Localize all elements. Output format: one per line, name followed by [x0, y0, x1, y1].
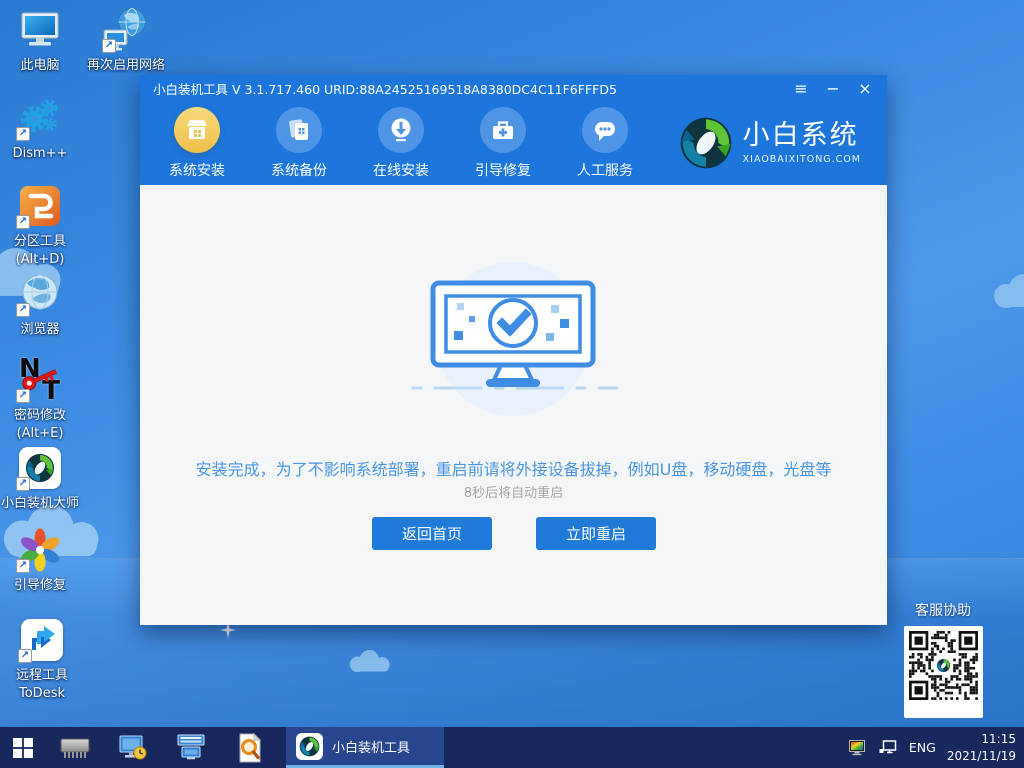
start-button[interactable] [0, 727, 46, 768]
desktop-icon-label: Dism++ [13, 146, 68, 163]
cloud-decoration [338, 650, 402, 676]
document-magnifier-icon [236, 733, 263, 763]
nt-password-key-icon: N T ↗ [16, 356, 64, 404]
network-tray-icon[interactable] [879, 740, 898, 755]
gears-icon: ↗ [16, 94, 64, 142]
pinwheel-icon: ↗ [16, 526, 64, 574]
support-qr-code [904, 626, 983, 718]
tab-label: 引导修复 [475, 160, 531, 180]
desktop-icon-partition-tool[interactable]: ↗ 分区工具 (Alt+D) [2, 182, 78, 269]
memory-chip-icon [59, 735, 91, 761]
partition-tool-icon: ↗ [16, 182, 64, 230]
keyboard-monitor-icon [176, 734, 206, 761]
tab-label: 人工服务 [577, 160, 633, 180]
desktop-icon-label: 分区工具 [14, 234, 66, 251]
desktop-icon-dismpp[interactable]: ↗ Dism++ [2, 94, 78, 163]
system-tray: ENG 11:15 2021/11/19 [849, 727, 1024, 768]
desktop-icon-todesk[interactable]: ↗ 远程工具 ToDesk [2, 616, 82, 703]
shortcut-arrow-icon: ↗ [16, 477, 30, 491]
close-button[interactable]: × [853, 78, 877, 98]
shortcut-arrow-icon: ↗ [16, 303, 30, 317]
taskbar-item-file-search-tool[interactable] [220, 727, 278, 768]
brand-logo: 小白系统 XIAOBAIXITONG.COM [679, 101, 887, 185]
window-content: 安装完成，为了不影响系统部署，重启前请将外接设备拔掉，例如U盘，移动硬盘，光盘等… [140, 185, 887, 625]
tab-system-install[interactable]: 系统安装 [160, 101, 234, 180]
display-settings-tray-icon[interactable] [849, 740, 868, 756]
support-panel: 客服协助 [895, 600, 991, 718]
tray-time: 11:15 [947, 731, 1016, 747]
desktop-icon-label: ToDesk [19, 686, 65, 703]
menu-button[interactable]: ≡ [789, 78, 813, 98]
minimize-button[interactable]: − [821, 78, 845, 98]
network-icon: ↗ [102, 6, 150, 54]
taskbar-item-system-clock-tool[interactable] [104, 727, 162, 768]
tab-label: 在线安装 [373, 160, 429, 180]
back-home-button[interactable]: 返回首页 [372, 517, 492, 550]
taskbar-item-memory-tool[interactable] [46, 727, 104, 768]
system-backup-icon [276, 107, 322, 153]
desktop-icon-reenable-network[interactable]: ↗ 再次启用网络 [78, 6, 174, 75]
shortcut-arrow-icon: ↗ [16, 215, 30, 229]
todesk-arrow-icon: ↗ [18, 616, 66, 664]
desktop-icon-password-reset[interactable]: N T ↗ 密码修改 (Alt+E) [2, 356, 78, 443]
system-install-icon [174, 107, 220, 153]
monitor-check-icon [393, 275, 633, 405]
tab-label: 系统备份 [271, 160, 327, 180]
browser-globe-icon: ↗ [16, 270, 64, 318]
nav-tabs: 系统安装 系统备份 [140, 101, 887, 185]
desktop-icon-label: 引导修复 [14, 578, 66, 595]
language-indicator[interactable]: ENG [909, 740, 936, 755]
desktop-icon-label: 再次启用网络 [87, 58, 165, 75]
tray-date: 2021/11/19 [947, 748, 1016, 764]
shortcut-arrow-icon: ↗ [16, 389, 30, 403]
support-label: 客服协助 [895, 600, 991, 620]
taskbar: 小白装机工具 ENG 11:15 2021/11/19 [0, 727, 1024, 768]
qr-code-icon [909, 631, 978, 700]
countdown-text: 8秒后将自动重启 [140, 482, 887, 501]
window-titlebar[interactable]: 小白装机工具 V 3.1.717.460 URID:88A24525169518… [140, 75, 887, 101]
desktop-icon-label: 小白装机大师 [1, 496, 79, 513]
xiaobai-swirl-icon: ↗ [16, 444, 64, 492]
desktop-icon-boot-repair[interactable]: ↗ 引导修复 [2, 526, 78, 595]
cloud-decoration [980, 274, 1024, 314]
tab-label: 系统安装 [169, 160, 225, 180]
shortcut-arrow-icon: ↗ [16, 127, 30, 141]
desktop-icon-browser[interactable]: ↗ 浏览器 [2, 270, 78, 339]
xiaobai-app-icon [296, 733, 323, 760]
brand-domain: XIAOBAIXITONG.COM [743, 154, 861, 165]
desktop-icon-label: 此电脑 [20, 58, 59, 75]
download-icon [378, 107, 424, 153]
windows-logo-icon [13, 738, 33, 758]
window-controls: ≡ − × [789, 78, 877, 98]
tab-manual-service[interactable]: 人工服务 [568, 101, 642, 180]
desktop-icon-label: (Alt+D) [16, 252, 65, 269]
xiaobai-logo-icon [679, 116, 733, 170]
shortcut-arrow-icon: ↗ [18, 649, 32, 663]
desktop-icon-label: 浏览器 [20, 322, 59, 339]
tab-online-install[interactable]: 在线安装 [364, 101, 438, 180]
taskbar-item-keyboard-tool[interactable] [162, 727, 220, 768]
taskbar-item-active-app[interactable]: 小白装机工具 [286, 727, 444, 768]
toolbox-icon [480, 107, 526, 153]
shortcut-arrow-icon: ↗ [16, 559, 30, 573]
desktop-icon-xiaobai-master[interactable]: ↗ 小白装机大师 [0, 444, 82, 513]
desktop-icon-label: (Alt+E) [17, 426, 64, 443]
taskbar-app-label: 小白装机工具 [332, 737, 410, 756]
clock[interactable]: 11:15 2021/11/19 [947, 731, 1016, 763]
tab-system-backup[interactable]: 系统备份 [262, 101, 336, 180]
tab-boot-repair[interactable]: 引导修复 [466, 101, 540, 180]
restart-now-button[interactable]: 立即重启 [536, 517, 656, 550]
shortcut-arrow-icon: ↗ [102, 39, 116, 53]
monitor-clock-icon [118, 734, 148, 762]
brand-name: 小白系统 [743, 121, 861, 151]
xiaobai-tool-window: 小白装机工具 V 3.1.717.460 URID:88A24525169518… [140, 75, 887, 625]
desktop-icon-label: 密码修改 [14, 408, 66, 425]
desktop-icon-this-pc[interactable]: 此电脑 [2, 6, 78, 75]
chat-bubble-icon [582, 107, 628, 153]
window-title: 小白装机工具 V 3.1.717.460 URID:88A24525169518… [153, 79, 617, 98]
this-pc-icon [16, 6, 64, 54]
completion-message: 安装完成，为了不影响系统部署，重启前请将外接设备拔掉，例如U盘，移动硬盘，光盘等 [140, 456, 887, 480]
desktop: 此电脑 ↗ 再次启用网络 [0, 0, 1024, 768]
desktop-icon-label: 远程工具 [16, 668, 68, 685]
